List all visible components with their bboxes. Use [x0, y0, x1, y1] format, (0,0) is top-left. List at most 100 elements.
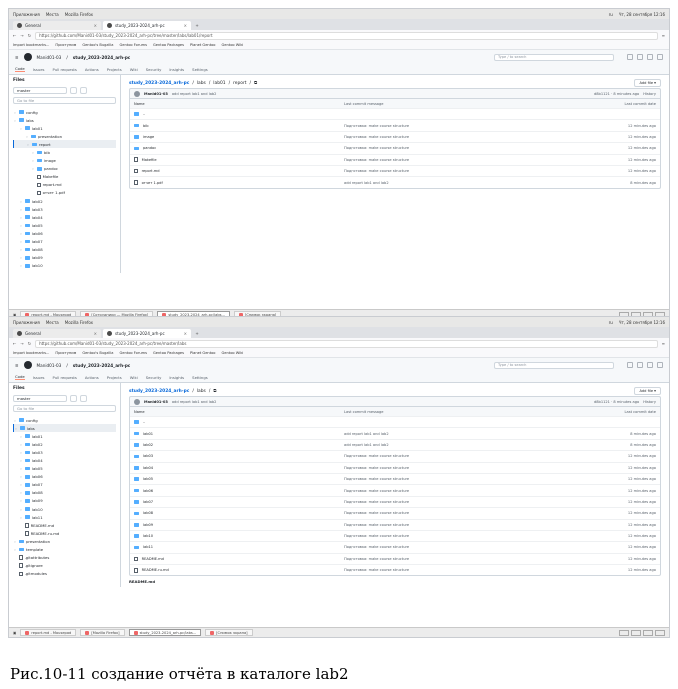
commit-message-cell[interactable]: Подготовка: make course structure — [344, 500, 576, 504]
file-name[interactable]: lab02 — [143, 443, 153, 447]
table-row[interactable]: lab10 Подготовка: make course structure 12… — [130, 529, 660, 541]
table-row[interactable]: report.md Подготовка: make course structu… — [130, 164, 660, 176]
tree-item[interactable]: › lab05 — [13, 465, 116, 473]
taskbar-item[interactable]: [Mozilla Firefox] — [80, 629, 125, 636]
places-menu[interactable]: Места — [46, 320, 59, 325]
breadcrumb-item[interactable]: study_2023-2024_arh-pc — [129, 81, 189, 86]
file-name[interactable]: lab03 — [143, 454, 153, 458]
repo-owner[interactable]: Manid01-03 — [37, 363, 62, 368]
avatar[interactable] — [134, 90, 140, 97]
bookmark-item[interactable]: Gentoo's Bugzilla — [82, 43, 113, 47]
file-name-cell[interactable]: lab08 — [134, 511, 344, 515]
tab-github[interactable]: study_2023-2024_arh-pc × — [103, 21, 191, 30]
tab-code[interactable]: Code — [15, 66, 25, 72]
tree-item[interactable]: › lab07 — [13, 481, 116, 489]
bookmark-item[interactable]: Gentoo Wiki — [222, 351, 244, 355]
bookmark-item[interactable]: Gentoo Forums — [120, 43, 148, 47]
file-name[interactable]: lab09 — [143, 523, 153, 527]
table-row[interactable]: lab01 add report lab1 and lab2 8 minutes a… — [130, 427, 660, 438]
tree-item[interactable]: › config — [13, 108, 116, 116]
pull-requests-icon[interactable] — [647, 54, 653, 60]
chevron-icon[interactable]: › — [19, 490, 23, 495]
chevron-icon[interactable]: › — [26, 142, 30, 147]
new-tab-icon[interactable]: + — [193, 329, 201, 338]
bookmark-item[interactable]: Planet Gentoo — [190, 43, 216, 47]
commit-message-cell[interactable]: Подготовка: make course structure — [344, 146, 576, 150]
chevron-icon[interactable]: › — [19, 239, 23, 244]
commit-message-cell[interactable]: Подготовка: make course structure — [344, 511, 576, 515]
tab-github[interactable]: study_2023-2024_arh-pc × — [103, 329, 191, 338]
table-row[interactable]: .. — [130, 108, 660, 119]
history-button[interactable]: History — [643, 92, 656, 96]
file-name-cell[interactable]: README.md — [134, 556, 344, 562]
tree-item[interactable]: › lab03 — [13, 448, 116, 456]
pull-requests-icon[interactable] — [647, 362, 653, 368]
github-logo-icon[interactable] — [23, 53, 32, 61]
file-name-cell[interactable]: lab11 — [134, 545, 344, 549]
chevron-icon[interactable]: › — [19, 207, 23, 212]
tab-general[interactable]: General × — [13, 21, 101, 30]
clock[interactable]: Чт, 28 сентября 12:16 — [619, 12, 665, 17]
tree-item[interactable]: › presentation — [13, 132, 116, 140]
commit-message-cell[interactable]: add report lab1 and lab2 — [344, 181, 576, 185]
bookmark-item[interactable]: Gentoo Forums — [120, 351, 148, 355]
chevron-icon[interactable]: › — [19, 482, 23, 487]
forward-icon[interactable]: → — [20, 33, 23, 38]
tree-item[interactable]: › lab06 — [13, 229, 116, 237]
file-name[interactable]: .. — [143, 112, 145, 116]
file-name[interactable]: lab04 — [143, 466, 153, 470]
tab-security[interactable]: Security — [146, 375, 162, 380]
file-name-cell[interactable]: lab07 — [134, 500, 344, 504]
file-name[interactable]: lab06 — [143, 489, 153, 493]
file-name-cell[interactable]: lab05 — [134, 477, 344, 481]
table-row[interactable]: pandoc Подготовка: make course structure 1… — [130, 142, 660, 153]
tree-item[interactable]: › lab11 — [13, 513, 116, 521]
tab-pull-requests[interactable]: Pull requests — [53, 67, 77, 72]
tree-item[interactable]: › lab06 — [13, 473, 116, 481]
github-search-input[interactable]: Type / to search — [494, 53, 614, 61]
tree-item[interactable]: README.md — [13, 521, 116, 529]
commit-message-cell[interactable]: Подготовка: make course structure — [344, 545, 576, 549]
table-row[interactable]: lab09 Подготовка: make course structure 12… — [130, 518, 660, 530]
chevron-icon[interactable]: › — [19, 247, 23, 252]
bookmark-item[interactable]: Planet Gentoo — [190, 351, 216, 355]
tree-item[interactable]: › config — [13, 416, 116, 424]
chevron-icon[interactable]: › — [19, 434, 23, 439]
hamburger-icon[interactable]: ≡ — [15, 55, 19, 60]
chevron-icon[interactable]: › — [13, 118, 17, 123]
inbox-icon[interactable] — [657, 362, 663, 368]
github-logo-icon[interactable] — [23, 361, 32, 369]
back-icon[interactable]: ← — [13, 341, 16, 346]
table-row[interactable]: lab11 Подготовка: make course structure 12… — [130, 541, 660, 552]
menu-icon[interactable]: ≡ — [662, 33, 665, 38]
chevron-icon[interactable]: › — [13, 539, 17, 544]
workspace-icon[interactable] — [643, 629, 653, 636]
chevron-icon[interactable]: › — [13, 418, 17, 423]
clock[interactable]: Чт, 28 сентября 12:16 — [619, 320, 665, 325]
commit-message-cell[interactable]: add report lab1 and lab2 — [344, 432, 576, 436]
tree-item[interactable]: › labs — [13, 116, 116, 124]
file-name[interactable]: image — [143, 135, 154, 139]
hamburger-icon[interactable]: ≡ — [15, 363, 19, 368]
file-name-cell[interactable]: отчет 1.pdf — [134, 180, 344, 185]
bookmark-item[interactable]: Приступим — [55, 43, 76, 47]
file-name[interactable]: Makefile — [142, 158, 157, 162]
add-file-button[interactable]: Add file ▾ — [634, 387, 661, 395]
chevron-icon[interactable]: › — [31, 158, 35, 163]
tree-item[interactable]: report.md — [13, 181, 116, 189]
table-row[interactable]: отчет 1.pdf add report lab1 and lab2 8 min… — [130, 176, 660, 187]
commit-message-cell[interactable]: Подготовка: make course structure — [344, 477, 576, 481]
breadcrumb-item[interactable]: labs — [197, 389, 206, 394]
issues-icon[interactable] — [637, 54, 643, 60]
issues-icon[interactable] — [637, 362, 643, 368]
search-files-icon[interactable] — [80, 87, 87, 94]
commit-message-cell[interactable]: Подготовка: make course structure — [344, 534, 576, 538]
tree-item[interactable]: › labs — [13, 424, 116, 433]
tree-item[interactable]: отчет 1.pdf — [13, 189, 116, 197]
close-tab-icon[interactable]: × — [94, 23, 97, 28]
tree-item[interactable]: › lab08 — [13, 489, 116, 497]
branch-selector[interactable]: master — [13, 395, 67, 402]
taskbar-item[interactable]: [Снимок экрана] — [205, 629, 253, 636]
chevron-icon[interactable]: › — [19, 507, 23, 512]
tree-item[interactable]: › lab08 — [13, 246, 116, 254]
